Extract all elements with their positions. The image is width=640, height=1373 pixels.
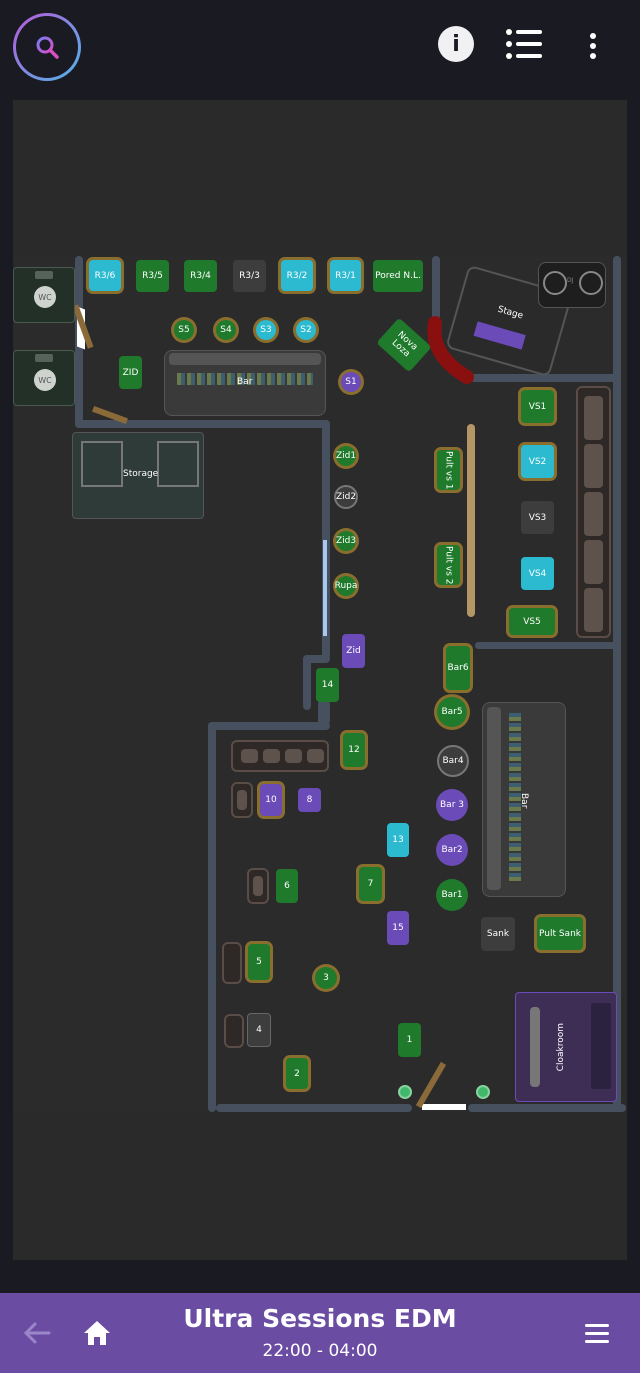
- table-bar3[interactable]: Bar 3: [436, 789, 468, 821]
- dj-booth[interactable]: DJ: [538, 262, 606, 308]
- wall: [208, 722, 330, 730]
- list-icon: [506, 29, 542, 59]
- table-bar2[interactable]: Bar2: [436, 834, 468, 866]
- table-bar5[interactable]: Bar5: [437, 697, 467, 727]
- menu-icon: [585, 1324, 609, 1343]
- table-s4[interactable]: S4: [216, 320, 236, 340]
- wc-label: WC: [34, 369, 56, 391]
- table-rupa[interactable]: Rupa: [335, 576, 357, 596]
- table-8[interactable]: 8: [298, 788, 321, 812]
- sofa-5: [222, 942, 242, 984]
- wall: [75, 420, 330, 428]
- table-zid1[interactable]: Zid1: [336, 446, 356, 466]
- table-pult-vs-1[interactable]: Pult vs 1: [437, 450, 460, 490]
- search-button[interactable]: [13, 13, 81, 81]
- more-vertical-icon: [590, 33, 596, 59]
- wall: [216, 1104, 412, 1112]
- menu-button[interactable]: [584, 1322, 610, 1346]
- cloakroom[interactable]: Cloakroom: [515, 992, 617, 1102]
- info-icon: i: [452, 31, 460, 57]
- wall: [613, 256, 621, 1112]
- sofa-12: [231, 740, 329, 772]
- table-pored-nl[interactable]: Pored N.L.: [373, 260, 423, 292]
- table-zid[interactable]: Zid: [342, 634, 365, 668]
- table-vs4[interactable]: VS4: [521, 557, 554, 590]
- list-button[interactable]: [505, 27, 543, 61]
- table-s5[interactable]: S5: [174, 320, 194, 340]
- table-bar4[interactable]: Bar4: [437, 745, 469, 777]
- table-3[interactable]: 3: [315, 967, 337, 989]
- table-vs5[interactable]: VS5: [509, 608, 555, 635]
- table-12[interactable]: 12: [343, 733, 365, 767]
- table-4[interactable]: 4: [247, 1013, 271, 1047]
- event-time: 22:00 - 04:00: [262, 1341, 378, 1361]
- wall: [303, 655, 311, 710]
- top-bar-counter[interactable]: Bar: [164, 350, 326, 416]
- event-title: Ultra Sessions EDM: [183, 1304, 457, 1333]
- table-r3-4[interactable]: R3/4: [184, 260, 217, 292]
- cloakroom-label: Cloakroom: [556, 1023, 566, 1072]
- sofa-6: [247, 868, 269, 904]
- sofa-10: [231, 782, 253, 818]
- plant-icon: [476, 1085, 490, 1099]
- table-s2[interactable]: S2: [296, 320, 316, 340]
- table-10[interactable]: 10: [260, 784, 282, 816]
- table-zid2[interactable]: Zid2: [334, 485, 358, 509]
- table-r3-2[interactable]: R3/2: [281, 260, 313, 291]
- entrance-door: [422, 1104, 466, 1110]
- table-2[interactable]: 2: [286, 1058, 308, 1089]
- wc-room-1[interactable]: WC: [13, 267, 75, 323]
- table-vs2[interactable]: VS2: [521, 445, 554, 478]
- info-button[interactable]: i: [438, 26, 474, 62]
- storage-room[interactable]: Storage: [72, 432, 204, 519]
- storage-label: Storage: [123, 469, 159, 479]
- stage-label: Stage: [496, 304, 525, 322]
- table-s1[interactable]: S1: [341, 372, 361, 392]
- table-vs3[interactable]: VS3: [521, 501, 554, 534]
- table-r3-1[interactable]: R3/1: [330, 260, 361, 291]
- table-14[interactable]: 14: [316, 668, 339, 702]
- window: [323, 540, 327, 636]
- divider-rail: [467, 424, 475, 617]
- table-s3[interactable]: S3: [256, 320, 276, 340]
- wall: [208, 722, 216, 1112]
- table-zid3[interactable]: Zid3: [336, 531, 356, 551]
- sofa-4: [224, 1014, 244, 1048]
- vs-sofa: [576, 386, 611, 638]
- table-bar6[interactable]: Bar6: [446, 646, 470, 690]
- search-icon: [36, 36, 59, 59]
- table-1[interactable]: 1: [398, 1023, 421, 1057]
- top-bar-label: Bar: [237, 377, 253, 387]
- table-15[interactable]: 15: [387, 911, 409, 945]
- plant-icon: [398, 1085, 412, 1099]
- wc-label: WC: [34, 286, 56, 308]
- table-pult-vs-2[interactable]: Pult vs 2: [437, 545, 460, 585]
- table-zid-left[interactable]: ZID: [119, 356, 142, 389]
- wc-room-2[interactable]: WC: [13, 350, 75, 406]
- dj-label: DJ: [567, 277, 574, 284]
- table-r3-5[interactable]: R3/5: [136, 260, 169, 292]
- side-bar-counter[interactable]: Bar: [482, 702, 566, 897]
- table-sank[interactable]: Sank: [481, 917, 515, 951]
- wall: [432, 256, 440, 320]
- wall: [468, 1104, 626, 1112]
- table-6[interactable]: 6: [276, 869, 298, 903]
- table-13[interactable]: 13: [387, 823, 409, 857]
- wall: [475, 642, 620, 649]
- table-r3-6[interactable]: R3/6: [89, 260, 121, 291]
- table-pult-sank[interactable]: Pult Sank: [537, 917, 583, 950]
- table-7[interactable]: 7: [359, 867, 382, 901]
- table-bar1[interactable]: Bar1: [436, 879, 468, 911]
- table-r3-3[interactable]: R3/3: [233, 260, 266, 292]
- table-5[interactable]: 5: [248, 944, 270, 980]
- more-button[interactable]: [585, 30, 601, 62]
- top-bar: [0, 0, 640, 100]
- table-vs1[interactable]: VS1: [521, 390, 554, 423]
- side-bar-label: Bar: [519, 793, 529, 809]
